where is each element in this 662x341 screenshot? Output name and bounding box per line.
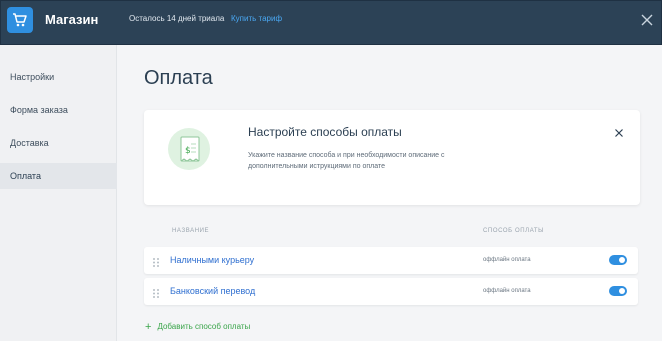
card-title: Настройте способы оплаты [248, 125, 402, 139]
add-payment-method-button[interactable]: + Добавить способ оплаты [145, 320, 251, 333]
payment-name-link[interactable]: Банковский перевод [170, 286, 255, 296]
page-title: Оплата [144, 67, 213, 89]
toggle-knob [619, 288, 625, 294]
payment-method-label: оффлайн оплата [483, 288, 531, 294]
drag-handle-icon[interactable] [152, 255, 160, 267]
app-title: Магазин [45, 12, 99, 27]
sidebar-item-payment[interactable]: Оплата [0, 163, 117, 189]
payment-row[interactable]: Наличными курьеру оффлайн оплата [144, 247, 638, 274]
trial-status: Осталось 14 дней триала [129, 14, 225, 23]
sidebar-item-settings[interactable]: Настройки [0, 64, 117, 90]
close-icon[interactable] [640, 13, 654, 27]
sidebar-item-delivery[interactable]: Доставка [0, 130, 117, 156]
payment-name-link[interactable]: Наличными курьеру [170, 255, 254, 265]
setup-card: $ Настройте способы оплаты Укажите назва… [144, 110, 640, 205]
dismiss-card-icon[interactable] [614, 125, 624, 137]
card-description: Укажите название способа и при необходим… [248, 152, 445, 170]
payment-enabled-toggle[interactable] [609, 255, 627, 265]
toggle-knob [619, 257, 625, 263]
receipt-illustration-icon: $ [167, 127, 211, 171]
payment-row[interactable]: Банковский перевод оффлайн оплата [144, 278, 638, 305]
buy-plan-link[interactable]: Купить тариф [231, 14, 282, 23]
plus-icon: + [145, 320, 152, 333]
drag-handle-icon[interactable] [152, 286, 160, 298]
sidebar-item-order-form[interactable]: Форма заказа [0, 97, 117, 123]
column-header-name: НАЗВАНИЕ [172, 228, 210, 234]
cart-icon[interactable] [7, 7, 33, 33]
add-payment-method-label: Добавить способ оплаты [157, 322, 251, 331]
payment-enabled-toggle[interactable] [609, 286, 627, 296]
payment-method-label: оффлайн оплата [483, 257, 531, 263]
svg-text:$: $ [185, 146, 191, 156]
sidebar: Настройки Форма заказа Доставка Оплата [0, 45, 117, 341]
top-bar: Магазин Осталось 14 дней триала Купить т… [0, 0, 662, 45]
column-header-method: СПОСОБ ОПЛАТЫ [483, 228, 545, 234]
